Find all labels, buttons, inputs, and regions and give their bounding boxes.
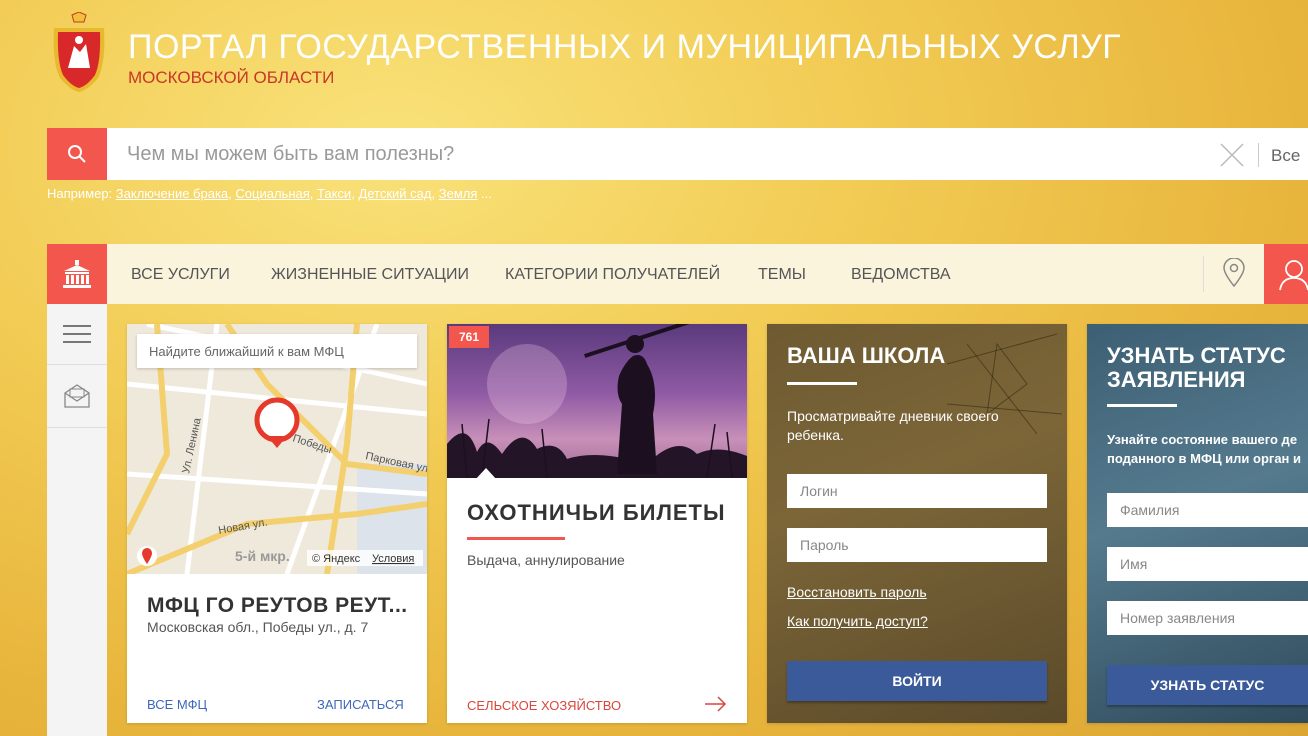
login-field[interactable] [787, 474, 1047, 508]
all-mfc-link[interactable]: ВСЕ МФЦ [147, 697, 207, 712]
mfc-card: Ул. Ленина Победы Парковая ул. Новая ул.… [127, 324, 427, 723]
school-card-description: Просматривайте дневник своего ребенка. [787, 408, 999, 443]
map-copyright: © Яндекс [312, 553, 361, 565]
government-building-icon [63, 260, 91, 288]
title-underline [467, 537, 565, 540]
category-link-agriculture[interactable]: СЕЛЬСКОЕ ХОЗЯЙСТВО [467, 698, 621, 713]
example-link-marriage[interactable]: Заключение брака [116, 186, 228, 201]
lastname-field[interactable] [1107, 493, 1308, 527]
nav-divider [1203, 256, 1204, 292]
status-card-description: Узнайте состояние вашего де поданного в … [1107, 432, 1302, 466]
arrow-right-icon[interactable] [705, 696, 727, 712]
nav-topics[interactable]: ТЕМЫ [758, 266, 806, 284]
nav-life-situations[interactable]: ЖИЗНЕННЫЕ СИТУАЦИИ [271, 266, 469, 284]
hunting-license-card[interactable]: 761 ОХОТНИЧЬИ БИЛЕТЫ Выдача, аннулирован… [447, 324, 747, 723]
example-link-social[interactable]: Социальная [235, 186, 309, 201]
nav-recipient-categories[interactable]: КАТЕГОРИИ ПОЛУЧАТЕЛЕЙ [505, 266, 720, 284]
portal-title: ПОРТАЛ ГОСУДАРСТВЕННЫХ И МУНИЦИПАЛЬНЫХ У… [128, 28, 1122, 66]
password-field[interactable] [787, 528, 1047, 562]
search-divider [1258, 143, 1259, 167]
title-underline [1107, 404, 1177, 407]
hunting-card-title[interactable]: ОХОТНИЧЬИ БИЛЕТЫ [467, 500, 726, 526]
how-to-get-access-link[interactable]: Как получить доступ? [787, 613, 928, 629]
hunting-card-description: Выдача, аннулирование [467, 552, 625, 568]
nav-departments[interactable]: ВЕДОМСТВА [851, 266, 951, 284]
check-status-button[interactable]: УЗНАТЬ СТАТУС [1107, 665, 1308, 705]
home-button[interactable] [47, 244, 107, 304]
examples-more: ... [481, 186, 492, 201]
firstname-field[interactable] [1107, 547, 1308, 581]
services-count-badge: 761 [449, 326, 490, 348]
map-marker-icon [254, 397, 300, 443]
restore-password-link[interactable]: Восстановить пароль [787, 584, 927, 600]
title-underline [787, 382, 857, 385]
hunter-silhouette-image [447, 324, 747, 478]
search-button[interactable] [47, 128, 107, 180]
example-link-land[interactable]: Земля [439, 186, 478, 201]
region-emblem-logo[interactable] [48, 11, 110, 94]
portal-subtitle: МОСКОВСКОЙ ОБЛАСТИ [128, 68, 335, 87]
search-scope-select[interactable]: Все [1271, 146, 1300, 166]
messages-button[interactable] [47, 365, 107, 428]
mfc-search-input[interactable] [137, 334, 417, 368]
location-pin-icon[interactable] [1220, 257, 1248, 288]
status-card-title: УЗНАТЬ СТАТУС ЗАЯВЛЕНИЯ [1107, 343, 1286, 392]
menu-button[interactable] [47, 304, 107, 365]
hamburger-menu-icon [63, 325, 91, 343]
school-card-title: ВАША ШКОЛА [787, 343, 946, 368]
mfc-name[interactable]: МФЦ ГО РЕУТОВ РЕУТ... [147, 594, 408, 618]
login-button[interactable]: ВОЙТИ [787, 661, 1047, 701]
application-status-card: УЗНАТЬ СТАТУС ЗАЯВЛЕНИЯ Узнайте состояни… [1087, 324, 1308, 723]
nav-all-services[interactable]: ВСЕ УСЛУГИ [131, 266, 230, 284]
application-number-field[interactable] [1107, 601, 1308, 635]
mfc-signup-link[interactable]: ЗАПИСАТЬСЯ [317, 697, 404, 712]
search-input[interactable] [107, 128, 1308, 180]
example-link-kindergarten[interactable]: Детский сад [358, 186, 431, 201]
example-link-taxi[interactable]: Такси [317, 186, 351, 201]
close-icon[interactable] [1218, 141, 1246, 169]
search-icon [68, 145, 86, 163]
mfc-address: Московская обл., Победы ул., д. 7 [147, 619, 369, 635]
your-school-card: ВАША ШКОЛА Просматривайте дневник своего… [767, 324, 1067, 723]
user-icon [1279, 260, 1308, 291]
user-account-button[interactable] [1264, 244, 1308, 304]
search-examples: Например: Заключение брака, Социальная, … [47, 186, 492, 201]
envelope-icon [64, 384, 90, 408]
map-terms-link: Условия [372, 553, 414, 565]
examples-label: Например: [47, 186, 113, 201]
